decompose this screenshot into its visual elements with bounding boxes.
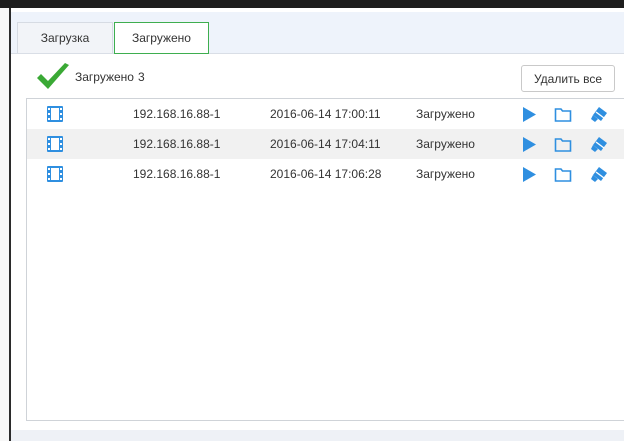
row-status: Загружено — [416, 107, 475, 121]
folder-icon[interactable] — [554, 106, 572, 123]
delete-all-button[interactable]: Удалить все — [521, 65, 615, 92]
summary-count: 3 — [137, 70, 145, 84]
tab-downloaded[interactable]: Загружено — [114, 22, 209, 54]
clear-icon[interactable] — [590, 136, 608, 153]
row-status: Загружено — [416, 137, 475, 151]
window-top-border — [0, 0, 624, 8]
row-ip: 192.168.16.88-1 — [133, 137, 221, 151]
downloaded-content: Загружено 3 Удалить все 192.168.16.88-1 2… — [11, 54, 624, 441]
row-time: 2016-06-14 17:00:11 — [270, 107, 381, 121]
tab-bar: Загрузка Загружено — [11, 12, 624, 54]
bottom-strip — [11, 430, 624, 441]
download-row: 192.168.16.88-1 2016-06-14 17:06:28 Загр… — [27, 159, 624, 189]
film-icon — [47, 106, 63, 122]
play-icon[interactable] — [521, 166, 539, 183]
download-row: 192.168.16.88-1 2016-06-14 17:00:11 Загр… — [27, 99, 624, 129]
folder-icon[interactable] — [554, 136, 572, 153]
row-status: Загружено — [416, 167, 475, 181]
tab-downloading[interactable]: Загрузка — [17, 22, 113, 53]
download-row: 192.168.16.88-1 2016-06-14 17:04:11 Загр… — [27, 129, 624, 159]
row-time: 2016-06-14 17:04:11 — [270, 137, 381, 151]
download-panel: Загрузка Загружено Загружено 3 Удалить вс… — [11, 12, 624, 441]
film-icon — [47, 166, 63, 182]
clear-icon[interactable] — [590, 106, 608, 123]
row-ip: 192.168.16.88-1 — [133, 167, 221, 181]
play-icon[interactable] — [521, 136, 539, 153]
row-ip: 192.168.16.88-1 — [133, 107, 221, 121]
film-icon — [47, 136, 63, 152]
row-time: 2016-06-14 17:06:28 — [270, 167, 382, 181]
checkmark-icon — [37, 63, 69, 89]
clear-icon[interactable] — [590, 166, 608, 183]
folder-icon[interactable] — [554, 166, 572, 183]
download-list: 192.168.16.88-1 2016-06-14 17:00:11 Загр… — [26, 98, 624, 421]
summary-label: Загружено — [75, 70, 134, 84]
downloaded-summary: Загружено 3 — [75, 70, 149, 84]
play-icon[interactable] — [521, 106, 539, 123]
